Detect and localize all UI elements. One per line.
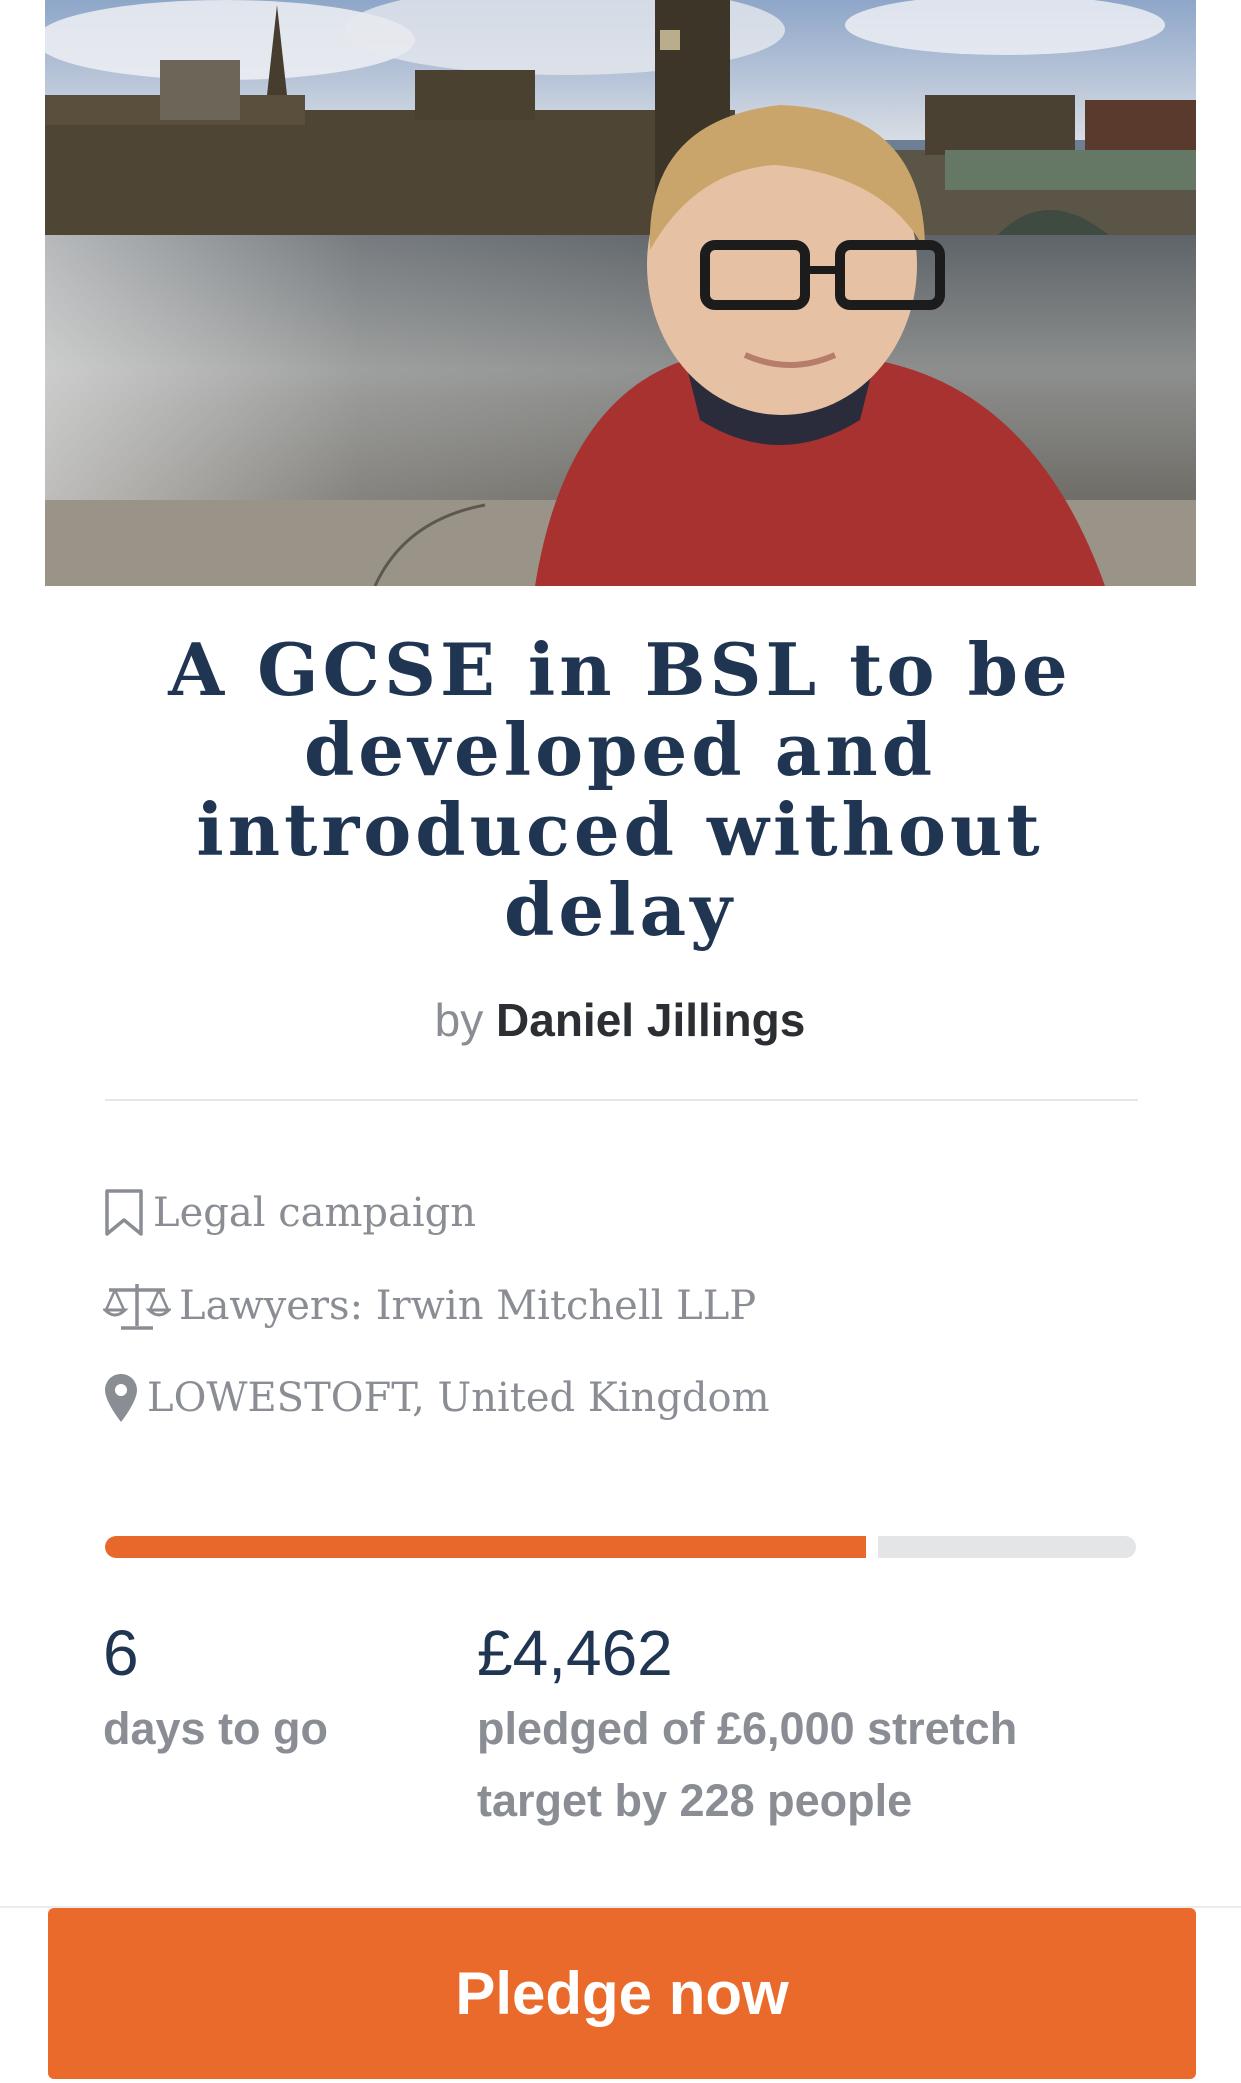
- campaign-type: Legal campaign: [153, 1190, 476, 1236]
- campaign-title: A GCSE in BSL to be developed and introd…: [168, 627, 1072, 952]
- location-row: LOWESTOFT, United Kingdom: [103, 1370, 770, 1426]
- byline-prefix: by: [434, 994, 484, 1046]
- amount-pledged-label: pledged of £6,000 stretch target by 228 …: [477, 1703, 1018, 1826]
- hero-photo: [45, 0, 1196, 586]
- campaign-byline: by Daniel Jillings: [105, 990, 1135, 1050]
- campaign-hero-image: [45, 0, 1196, 586]
- funding-progress-bar: [105, 1536, 1136, 1558]
- funding-progress-fill: [105, 1536, 866, 1558]
- lawyers-row: Lawyers: Irwin Mitchell LLP: [103, 1278, 756, 1334]
- campaign-type-row: Legal campaign: [103, 1185, 476, 1241]
- amount-pledged-value: £4,462: [477, 1617, 673, 1689]
- progress-separator: [866, 1536, 878, 1558]
- bookmark-icon: [103, 1188, 145, 1238]
- days-remaining-label: days to go: [103, 1703, 329, 1754]
- location-text: LOWESTOFT, United Kingdom: [147, 1375, 770, 1421]
- days-remaining-value: 6: [103, 1617, 139, 1689]
- author-name[interactable]: Daniel Jillings: [496, 994, 805, 1046]
- section-divider: [105, 1099, 1138, 1101]
- map-pin-icon: [103, 1372, 139, 1424]
- lawyers-text: Lawyers: Irwin Mitchell LLP: [179, 1283, 757, 1329]
- scales-icon: [103, 1280, 171, 1332]
- pledge-now-button[interactable]: Pledge now: [48, 1908, 1196, 2079]
